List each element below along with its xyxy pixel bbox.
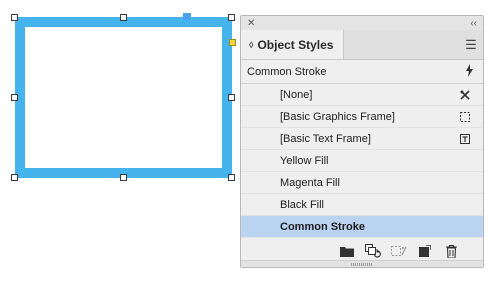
text-frame-icon xyxy=(459,133,471,145)
lightning-icon[interactable] xyxy=(465,63,474,80)
clear-overrides-icon[interactable] xyxy=(391,243,407,259)
tab-chevron-icon: ◊ xyxy=(249,39,254,50)
no-style-icon xyxy=(459,89,471,101)
list-item[interactable]: Magenta Fill xyxy=(241,172,483,194)
text-frame-in-port[interactable] xyxy=(229,39,236,46)
list-item[interactable]: [Basic Text Frame] xyxy=(241,128,483,150)
double-chevron-icon[interactable]: ‹‹ xyxy=(470,18,477,29)
handle-bottom-right[interactable] xyxy=(228,174,235,181)
hamburger-menu-icon[interactable]: ☰ xyxy=(459,30,483,59)
list-item-label: [None] xyxy=(280,88,313,101)
object-styles-panel: ✕ ‹‹ ◊ Object Styles ☰ Common Stroke [No… xyxy=(240,15,484,268)
panel-title: Object Styles xyxy=(257,37,334,52)
current-style-label: Common Stroke xyxy=(247,65,327,78)
anchor-point[interactable] xyxy=(183,13,191,20)
list-item[interactable]: [None] xyxy=(241,84,483,106)
graphics-frame-icon xyxy=(459,111,471,123)
list-item-label: Magenta Fill xyxy=(280,176,340,189)
folder-icon[interactable] xyxy=(339,243,355,259)
grip-dots xyxy=(351,262,373,266)
list-item[interactable]: [Basic Graphics Frame] xyxy=(241,106,483,128)
handle-top-left[interactable] xyxy=(11,14,18,21)
list-item-label: Black Fill xyxy=(280,198,325,211)
list-item[interactable]: Yellow Fill xyxy=(241,150,483,172)
handle-top-right[interactable] xyxy=(228,14,235,21)
resize-grip[interactable] xyxy=(241,260,483,267)
handle-bottom-left[interactable] xyxy=(11,174,18,181)
panel-title-bar: ✕ ‹‹ xyxy=(241,16,483,30)
handle-middle-left[interactable] xyxy=(11,94,18,101)
handle-top-center[interactable] xyxy=(120,14,127,21)
list-item-selected[interactable]: Common Stroke xyxy=(241,216,483,238)
current-style-row: Common Stroke xyxy=(241,60,483,84)
trash-icon[interactable] xyxy=(443,243,459,259)
close-icon[interactable]: ✕ xyxy=(247,18,255,29)
selected-frame[interactable] xyxy=(15,17,232,178)
list-item-label: [Basic Graphics Frame] xyxy=(280,110,395,123)
list-item-label: Common Stroke xyxy=(280,220,365,233)
load-styles-icon[interactable] xyxy=(365,243,381,259)
handle-middle-right[interactable] xyxy=(228,94,235,101)
handle-bottom-center[interactable] xyxy=(120,174,127,181)
list-item-label: [Basic Text Frame] xyxy=(280,132,371,145)
tab-object-styles[interactable]: ◊ Object Styles xyxy=(241,30,345,59)
style-list: [None] [Basic Graphics Frame] [Basic Tex… xyxy=(241,84,483,238)
panel-tab-bar: ◊ Object Styles ☰ xyxy=(241,30,483,60)
list-item[interactable]: Black Fill xyxy=(241,194,483,216)
new-style-icon[interactable] xyxy=(417,243,433,259)
list-item-label: Yellow Fill xyxy=(280,154,329,167)
